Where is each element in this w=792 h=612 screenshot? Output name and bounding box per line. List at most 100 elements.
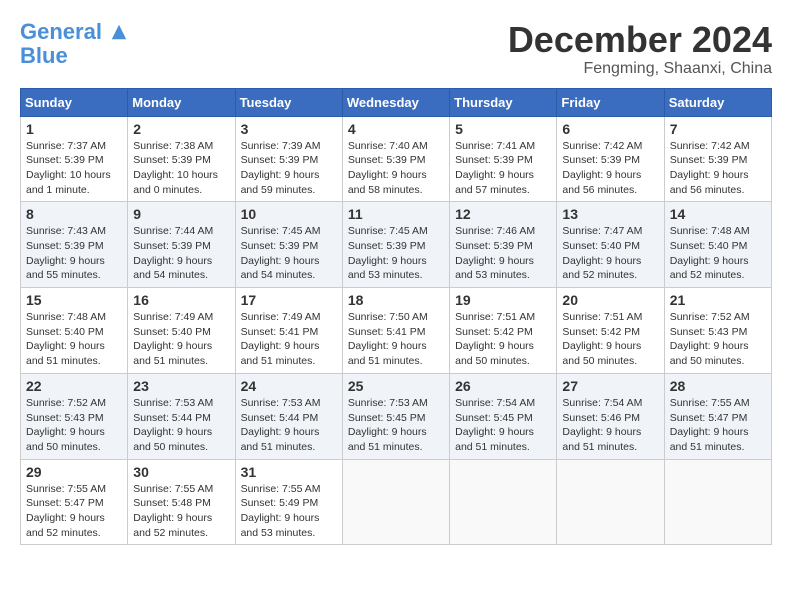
day-number: 15 bbox=[26, 292, 122, 308]
day-cell: 18 Sunrise: 7:50 AM Sunset: 5:41 PM Dayl… bbox=[342, 288, 449, 374]
day-cell: 15 Sunrise: 7:48 AM Sunset: 5:40 PM Dayl… bbox=[21, 288, 128, 374]
day-cell: 3 Sunrise: 7:39 AM Sunset: 5:39 PM Dayli… bbox=[235, 116, 342, 202]
month-title: December 2024 bbox=[508, 20, 772, 60]
day-number: 16 bbox=[133, 292, 229, 308]
day-number: 9 bbox=[133, 206, 229, 222]
day-cell: 1 Sunrise: 7:37 AM Sunset: 5:39 PM Dayli… bbox=[21, 116, 128, 202]
cell-content: Sunrise: 7:45 AM Sunset: 5:39 PM Dayligh… bbox=[241, 224, 337, 283]
logo-text: General Blue bbox=[20, 20, 128, 68]
day-number: 25 bbox=[348, 378, 444, 394]
header-cell-saturday: Saturday bbox=[664, 88, 771, 116]
day-number: 4 bbox=[348, 121, 444, 137]
cell-content: Sunrise: 7:51 AM Sunset: 5:42 PM Dayligh… bbox=[455, 310, 551, 369]
cell-content: Sunrise: 7:45 AM Sunset: 5:39 PM Dayligh… bbox=[348, 224, 444, 283]
day-number: 30 bbox=[133, 464, 229, 480]
day-cell: 5 Sunrise: 7:41 AM Sunset: 5:39 PM Dayli… bbox=[450, 116, 557, 202]
cell-content: Sunrise: 7:51 AM Sunset: 5:42 PM Dayligh… bbox=[562, 310, 658, 369]
day-number: 5 bbox=[455, 121, 551, 137]
header-cell-monday: Monday bbox=[128, 88, 235, 116]
day-cell: 20 Sunrise: 7:51 AM Sunset: 5:42 PM Dayl… bbox=[557, 288, 664, 374]
cell-content: Sunrise: 7:50 AM Sunset: 5:41 PM Dayligh… bbox=[348, 310, 444, 369]
logo: General Blue bbox=[20, 20, 128, 68]
calendar-table: SundayMondayTuesdayWednesdayThursdayFrid… bbox=[20, 88, 772, 546]
day-cell: 25 Sunrise: 7:53 AM Sunset: 5:45 PM Dayl… bbox=[342, 373, 449, 459]
week-row-2: 8 Sunrise: 7:43 AM Sunset: 5:39 PM Dayli… bbox=[21, 202, 772, 288]
day-cell: 13 Sunrise: 7:47 AM Sunset: 5:40 PM Dayl… bbox=[557, 202, 664, 288]
week-row-3: 15 Sunrise: 7:48 AM Sunset: 5:40 PM Dayl… bbox=[21, 288, 772, 374]
day-cell: 30 Sunrise: 7:55 AM Sunset: 5:48 PM Dayl… bbox=[128, 459, 235, 545]
day-number: 1 bbox=[26, 121, 122, 137]
location: Fengming, Shaanxi, China bbox=[508, 60, 772, 78]
cell-content: Sunrise: 7:43 AM Sunset: 5:39 PM Dayligh… bbox=[26, 224, 122, 283]
day-number: 12 bbox=[455, 206, 551, 222]
cell-content: Sunrise: 7:53 AM Sunset: 5:44 PM Dayligh… bbox=[133, 396, 229, 455]
cell-content: Sunrise: 7:39 AM Sunset: 5:39 PM Dayligh… bbox=[241, 139, 337, 198]
cell-content: Sunrise: 7:53 AM Sunset: 5:44 PM Dayligh… bbox=[241, 396, 337, 455]
day-number: 18 bbox=[348, 292, 444, 308]
day-number: 31 bbox=[241, 464, 337, 480]
cell-content: Sunrise: 7:54 AM Sunset: 5:45 PM Dayligh… bbox=[455, 396, 551, 455]
day-cell: 14 Sunrise: 7:48 AM Sunset: 5:40 PM Dayl… bbox=[664, 202, 771, 288]
day-number: 10 bbox=[241, 206, 337, 222]
cell-content: Sunrise: 7:54 AM Sunset: 5:46 PM Dayligh… bbox=[562, 396, 658, 455]
day-cell: 27 Sunrise: 7:54 AM Sunset: 5:46 PM Dayl… bbox=[557, 373, 664, 459]
cell-content: Sunrise: 7:55 AM Sunset: 5:47 PM Dayligh… bbox=[26, 482, 122, 541]
day-cell: 19 Sunrise: 7:51 AM Sunset: 5:42 PM Dayl… bbox=[450, 288, 557, 374]
header-cell-friday: Friday bbox=[557, 88, 664, 116]
day-number: 2 bbox=[133, 121, 229, 137]
day-number: 3 bbox=[241, 121, 337, 137]
cell-content: Sunrise: 7:42 AM Sunset: 5:39 PM Dayligh… bbox=[670, 139, 766, 198]
day-number: 11 bbox=[348, 206, 444, 222]
day-cell: 23 Sunrise: 7:53 AM Sunset: 5:44 PM Dayl… bbox=[128, 373, 235, 459]
cell-content: Sunrise: 7:55 AM Sunset: 5:47 PM Dayligh… bbox=[670, 396, 766, 455]
day-cell bbox=[450, 459, 557, 545]
day-cell: 21 Sunrise: 7:52 AM Sunset: 5:43 PM Dayl… bbox=[664, 288, 771, 374]
cell-content: Sunrise: 7:49 AM Sunset: 5:41 PM Dayligh… bbox=[241, 310, 337, 369]
cell-content: Sunrise: 7:55 AM Sunset: 5:49 PM Dayligh… bbox=[241, 482, 337, 541]
day-number: 28 bbox=[670, 378, 766, 394]
cell-content: Sunrise: 7:52 AM Sunset: 5:43 PM Dayligh… bbox=[670, 310, 766, 369]
day-cell bbox=[664, 459, 771, 545]
day-cell: 31 Sunrise: 7:55 AM Sunset: 5:49 PM Dayl… bbox=[235, 459, 342, 545]
day-number: 21 bbox=[670, 292, 766, 308]
day-cell: 17 Sunrise: 7:49 AM Sunset: 5:41 PM Dayl… bbox=[235, 288, 342, 374]
week-row-4: 22 Sunrise: 7:52 AM Sunset: 5:43 PM Dayl… bbox=[21, 373, 772, 459]
day-number: 19 bbox=[455, 292, 551, 308]
cell-content: Sunrise: 7:40 AM Sunset: 5:39 PM Dayligh… bbox=[348, 139, 444, 198]
day-cell: 28 Sunrise: 7:55 AM Sunset: 5:47 PM Dayl… bbox=[664, 373, 771, 459]
header-cell-tuesday: Tuesday bbox=[235, 88, 342, 116]
cell-content: Sunrise: 7:46 AM Sunset: 5:39 PM Dayligh… bbox=[455, 224, 551, 283]
cell-content: Sunrise: 7:42 AM Sunset: 5:39 PM Dayligh… bbox=[562, 139, 658, 198]
title-block: December 2024 Fengming, Shaanxi, China bbox=[508, 20, 772, 78]
day-number: 6 bbox=[562, 121, 658, 137]
day-number: 24 bbox=[241, 378, 337, 394]
header-cell-thursday: Thursday bbox=[450, 88, 557, 116]
day-number: 17 bbox=[241, 292, 337, 308]
cell-content: Sunrise: 7:41 AM Sunset: 5:39 PM Dayligh… bbox=[455, 139, 551, 198]
header-row: SundayMondayTuesdayWednesdayThursdayFrid… bbox=[21, 88, 772, 116]
day-number: 22 bbox=[26, 378, 122, 394]
cell-content: Sunrise: 7:44 AM Sunset: 5:39 PM Dayligh… bbox=[133, 224, 229, 283]
cell-content: Sunrise: 7:48 AM Sunset: 5:40 PM Dayligh… bbox=[26, 310, 122, 369]
day-cell: 9 Sunrise: 7:44 AM Sunset: 5:39 PM Dayli… bbox=[128, 202, 235, 288]
day-cell: 29 Sunrise: 7:55 AM Sunset: 5:47 PM Dayl… bbox=[21, 459, 128, 545]
day-number: 26 bbox=[455, 378, 551, 394]
cell-content: Sunrise: 7:38 AM Sunset: 5:39 PM Dayligh… bbox=[133, 139, 229, 198]
day-cell: 12 Sunrise: 7:46 AM Sunset: 5:39 PM Dayl… bbox=[450, 202, 557, 288]
week-row-1: 1 Sunrise: 7:37 AM Sunset: 5:39 PM Dayli… bbox=[21, 116, 772, 202]
day-cell: 26 Sunrise: 7:54 AM Sunset: 5:45 PM Dayl… bbox=[450, 373, 557, 459]
cell-content: Sunrise: 7:49 AM Sunset: 5:40 PM Dayligh… bbox=[133, 310, 229, 369]
header-cell-wednesday: Wednesday bbox=[342, 88, 449, 116]
week-row-5: 29 Sunrise: 7:55 AM Sunset: 5:47 PM Dayl… bbox=[21, 459, 772, 545]
day-number: 8 bbox=[26, 206, 122, 222]
day-number: 29 bbox=[26, 464, 122, 480]
day-number: 27 bbox=[562, 378, 658, 394]
day-cell: 6 Sunrise: 7:42 AM Sunset: 5:39 PM Dayli… bbox=[557, 116, 664, 202]
day-number: 14 bbox=[670, 206, 766, 222]
day-number: 13 bbox=[562, 206, 658, 222]
day-cell bbox=[342, 459, 449, 545]
day-cell: 16 Sunrise: 7:49 AM Sunset: 5:40 PM Dayl… bbox=[128, 288, 235, 374]
cell-content: Sunrise: 7:55 AM Sunset: 5:48 PM Dayligh… bbox=[133, 482, 229, 541]
cell-content: Sunrise: 7:53 AM Sunset: 5:45 PM Dayligh… bbox=[348, 396, 444, 455]
cell-content: Sunrise: 7:52 AM Sunset: 5:43 PM Dayligh… bbox=[26, 396, 122, 455]
